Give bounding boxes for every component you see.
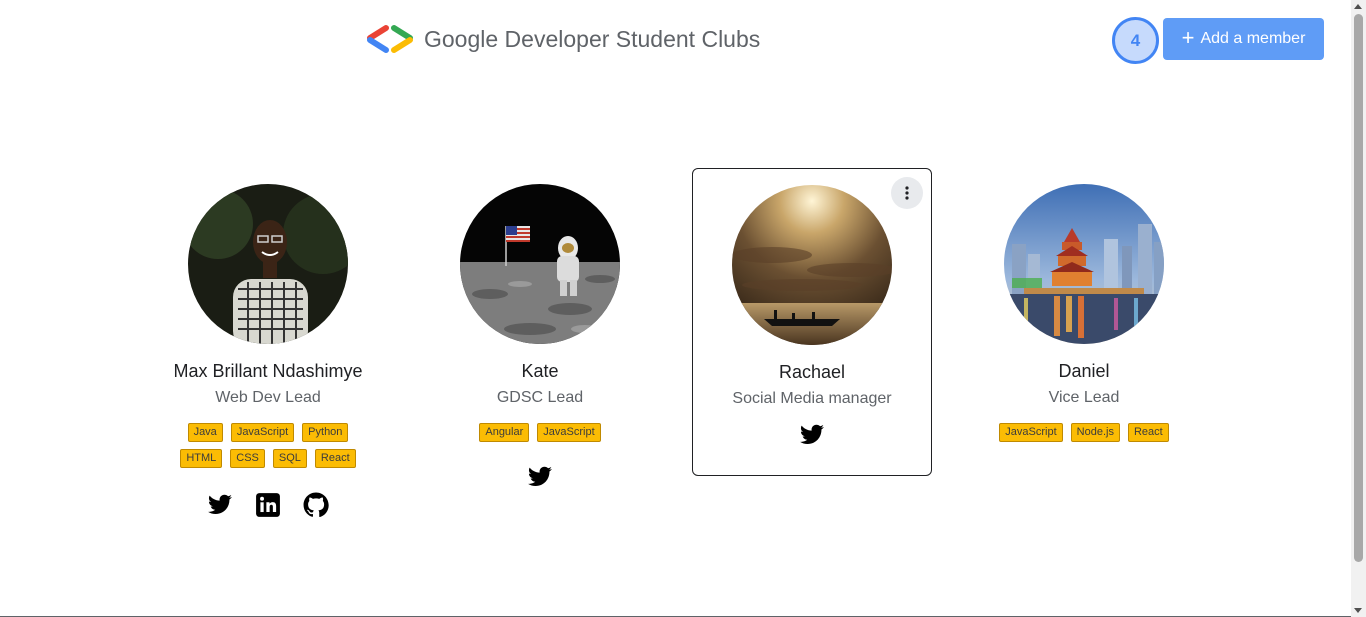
skill-tag: Angular [479,423,530,442]
skill-tag: Python [302,423,349,442]
member-role: GDSC Lead [496,389,584,406]
github-icon[interactable] [303,492,329,518]
member-role: Web Dev Lead [215,389,321,406]
gdsc-logo-icon [367,25,413,53]
scroll-thumb[interactable] [1354,14,1363,562]
twitter-icon[interactable] [527,464,553,490]
plus-icon: + [1181,25,1195,50]
member-count-badge: 4 [1112,17,1159,64]
social-links [207,492,329,518]
skill-tag: SQL [272,449,307,468]
page-scrollbar[interactable] [1351,0,1366,617]
page: Google Developer Student Clubs 4 + Add a… [0,0,1366,617]
more-vert-icon [905,186,909,200]
member-name: Max Brillant Ndashimye [173,361,363,381]
member-card-selected[interactable]: Rachael Social Media manager [692,168,932,476]
member-card[interactable]: Daniel Vice Lead JavaScript Node.js Reac… [964,168,1204,442]
member-avatar [188,184,348,344]
skill-tag: React [314,449,356,468]
logo-text: Google Developer Student Clubs [424,25,761,52]
skill-tag: Java [187,423,223,442]
skill-tag: JavaScript [999,423,1063,442]
gdsc-logo: Google Developer Student Clubs [366,24,760,54]
member-name: Daniel [1058,361,1110,381]
skill-tags: Java JavaScript Python HTML CSS SQL Reac… [168,423,368,468]
twitter-icon[interactable] [799,422,825,448]
skill-tag: JavaScript [537,423,601,442]
member-card[interactable]: Max Brillant Ndashimye Web Dev Lead Java… [148,168,388,518]
skill-tag: React [1127,423,1169,442]
twitter-icon[interactable] [207,492,233,518]
skill-tag: Node.js [1070,423,1120,442]
social-links [527,464,553,490]
member-avatar [1004,184,1164,344]
more-options-button[interactable] [891,177,923,209]
social-links [799,422,825,448]
member-role: Social Media manager [732,390,892,407]
member-card[interactable]: Kate GDSC Lead Angular JavaScript [420,168,660,490]
linkedin-icon[interactable] [255,492,281,518]
skill-tag: JavaScript [230,423,295,442]
scroll-up-icon[interactable] [1354,4,1362,9]
skill-tags: Angular JavaScript [440,423,640,442]
member-name: Rachael [778,362,846,382]
member-avatar [732,185,892,345]
skill-tag: HTML [180,449,223,468]
member-role: Vice Lead [1048,389,1120,406]
member-avatar [460,184,620,344]
skill-tag: CSS [230,449,265,468]
add-member-button-label: Add a member [1200,30,1306,47]
member-name: Kate [521,361,559,381]
scroll-down-icon[interactable] [1354,608,1362,613]
add-member-button[interactable]: + Add a member [1163,18,1324,60]
skill-tags: JavaScript Node.js React [984,423,1184,442]
